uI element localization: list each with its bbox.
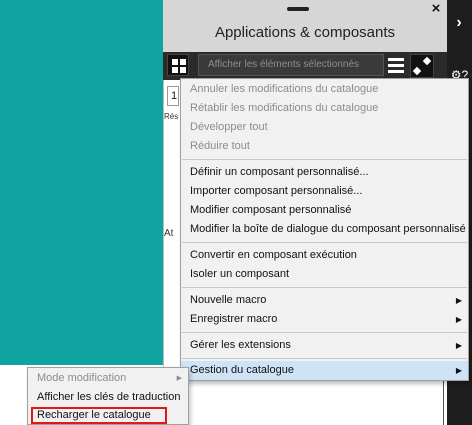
menu-item-label: Nouvelle macro: [190, 294, 267, 306]
submenu-item-label: Afficher les clés de traduction: [37, 391, 181, 403]
highlight-callout-box: [31, 407, 167, 424]
menu-item-manage-extensions[interactable]: Gérer les extensions ▶: [181, 336, 468, 355]
menu-item-collapse-all: Réduire tout: [181, 137, 468, 156]
menu-item-label: Modifier composant personnalisé: [190, 204, 352, 216]
drag-handle[interactable]: [287, 7, 309, 11]
menu-item-label: Réduire tout: [190, 140, 250, 152]
menu-item-convert-runtime[interactable]: Convertir en composant exécution: [181, 246, 468, 265]
list-view-icon[interactable]: [384, 54, 408, 78]
menu-item-catalog-management[interactable]: Gestion du catalogue ▶: [181, 361, 468, 380]
submenu-arrow-icon: ▶: [455, 315, 462, 324]
menu-item-edit-custom-component[interactable]: Modifier composant personnalisé: [181, 201, 468, 220]
submenu-arrow-icon: ▶: [455, 296, 462, 305]
menu-separator: [182, 332, 467, 333]
menu-item-isolate-component[interactable]: Isoler un composant: [181, 265, 468, 284]
panel-title: Applications & composants: [214, 24, 396, 41]
collapse-icon[interactable]: [410, 54, 434, 78]
submenu-arrow-icon: ▶: [176, 375, 182, 382]
teal-background: [0, 0, 163, 365]
menu-item-new-macro[interactable]: Nouvelle macro ▶: [181, 291, 468, 310]
attribute-label: At: [164, 228, 174, 239]
menu-item-label: Convertir en composant exécution: [190, 249, 357, 261]
menu-item-label: Enregistrer macro: [190, 313, 278, 325]
menu-item-label: Importer composant personnalisé...: [190, 185, 363, 197]
menu-item-label: Modifier la boîte de dialogue du composa…: [190, 223, 466, 235]
menu-separator: [182, 159, 467, 160]
menu-separator: [182, 358, 467, 359]
menu-separator: [182, 287, 467, 288]
menu-item-label: Isoler un composant: [190, 268, 290, 280]
menu-item-edit-component-dialog[interactable]: Modifier la boîte de dialogue du composa…: [181, 220, 468, 239]
chevron-right-icon[interactable]: ›: [450, 14, 468, 32]
menu-item-label: Développer tout: [190, 121, 268, 133]
search-input[interactable]: Afficher les éléments sélectionnés: [198, 54, 384, 76]
menu-item-label: Annuler les modifications du catalogue: [190, 83, 379, 95]
menu-item-label: Gestion du catalogue: [190, 364, 294, 376]
menu-item-label: Rétablir les modifications du catalogue: [190, 102, 379, 114]
menu-item-import-custom-component[interactable]: Importer composant personnalisé...: [181, 182, 468, 201]
menu-item-expand-all: Développer tout: [181, 118, 468, 137]
menu-item-undo-catalog: Annuler les modifications du catalogue: [181, 80, 468, 99]
menu-item-define-custom-component[interactable]: Définir un composant personnalisé...: [181, 163, 468, 182]
close-icon[interactable]: ×: [428, 1, 444, 17]
menu-separator: [182, 242, 467, 243]
submenu-item-show-translation-keys[interactable]: Afficher les clés de traduction: [28, 388, 188, 407]
submenu-item-label: Mode modification: [37, 372, 127, 384]
submenu-arrow-icon: ▶: [455, 341, 462, 350]
menu-item-label: Gérer les extensions: [190, 339, 291, 351]
submenu-item-edit-mode: Mode modification ▶: [28, 369, 188, 388]
menu-item-record-macro[interactable]: Enregistrer macro ▶: [181, 310, 468, 329]
numeric-field[interactable]: 1: [167, 86, 179, 106]
menu-item-redo-catalog: Rétablir les modifications du catalogue: [181, 99, 468, 118]
menu-item-label: Définir un composant personnalisé...: [190, 166, 369, 178]
grid-view-icon[interactable]: [167, 54, 189, 76]
submenu-arrow-icon: ▶: [455, 366, 462, 375]
